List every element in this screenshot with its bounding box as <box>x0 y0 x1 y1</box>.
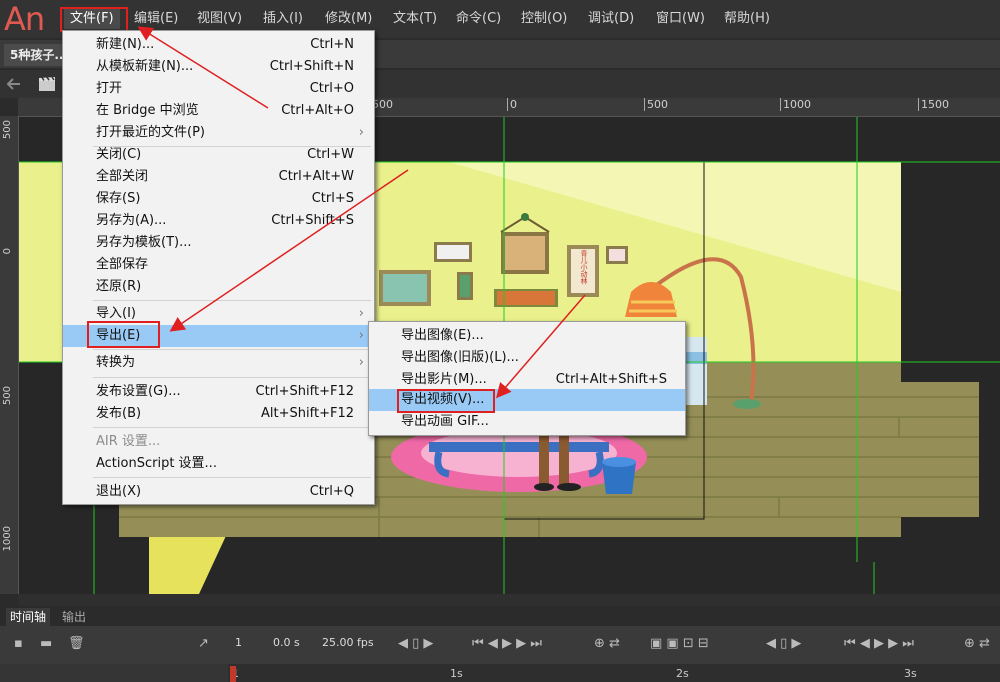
submenu-arrow-icon: › <box>358 355 364 370</box>
menu-separator <box>93 477 371 478</box>
timeline-tick: 1s <box>450 667 463 680</box>
menu-item-air-settings: AIR 设置... <box>96 434 161 449</box>
playback-icons[interactable]: ⏮ ◀ ▶ ▶ ⏭ <box>844 636 914 651</box>
menu-separator <box>93 377 371 378</box>
folder-icon[interactable]: ▬ <box>40 636 52 651</box>
playhead[interactable] <box>230 666 236 682</box>
menu-help[interactable]: 帮助(H) <box>724 9 770 29</box>
menu-text[interactable]: 文本(T) <box>393 9 437 29</box>
menu-item-import[interactable]: 导入(I) › <box>63 303 374 325</box>
menu-separator <box>93 349 371 350</box>
submenu-arrow-icon: › <box>358 328 364 343</box>
back-arrow-icon[interactable] <box>6 77 22 91</box>
timeline-tick: 3s <box>904 667 917 680</box>
timeline-ruler[interactable]: 1 1s 2s 3s <box>228 664 1000 682</box>
ruler-label: 500 <box>2 386 13 406</box>
menu-item-publish[interactable]: 发布(B) Alt+Shift+F12 <box>63 403 374 425</box>
menu-item-new-from-template[interactable]: 从模板新建(N)... Ctrl+Shift+N <box>63 56 374 78</box>
menu-item-export-movie[interactable]: 导出影片(M)... Ctrl+Alt+Shift+S <box>369 369 685 391</box>
ruler-label: 0 <box>507 98 517 111</box>
poster-text: 青儿小动林 <box>580 249 588 286</box>
delete-icon[interactable]: 🗑 <box>68 636 85 651</box>
menu-item-close[interactable]: 关闭(C) Ctrl+W <box>63 144 374 166</box>
playhead-controls-icon[interactable]: ◀ ▯ ▶ <box>766 636 801 651</box>
horizontal-scrollbar[interactable] <box>18 594 1000 606</box>
ruler-left: 500 0 500 1000 <box>0 116 19 594</box>
menu-item-open[interactable]: 打开 Ctrl+O <box>63 78 374 100</box>
menu-separator <box>93 427 371 428</box>
loop-icon[interactable]: ⊕ ⇄ <box>964 636 990 651</box>
ruler-label: 1500 <box>918 98 949 111</box>
menu-commands[interactable]: 命令(C) <box>456 9 501 29</box>
onion-skin-icon[interactable]: ▣ ▣ ⊡ ⊟ <box>650 636 709 651</box>
menu-item-save-as-template[interactable]: 另存为模板(T)... <box>63 232 374 254</box>
graph-icon[interactable]: ↗ <box>198 636 209 651</box>
timeline-tabs: 时间轴 输出 <box>0 606 1000 626</box>
menu-item-open-recent[interactable]: 打开最近的文件(P) › <box>63 122 374 144</box>
current-frame: 1 <box>235 636 242 649</box>
character-leg <box>559 435 569 485</box>
menu-item-export-video[interactable]: 导出视频(V)... <box>369 389 685 411</box>
menu-window[interactable]: 窗口(W) <box>656 9 705 29</box>
playback-icons[interactable]: ⏮ ◀ ▶ ▶ ⏭ <box>472 636 542 651</box>
menu-view[interactable]: 视图(V) <box>197 9 242 29</box>
current-time[interactable]: 0.0 s <box>273 636 300 649</box>
submenu-arrow-icon: › <box>358 125 364 140</box>
submenu-arrow-icon: › <box>358 306 364 321</box>
menu-item-export[interactable]: 导出(E) › <box>63 325 374 347</box>
menu-control[interactable]: 控制(O) <box>521 9 567 29</box>
menu-separator <box>93 300 371 301</box>
menu-item-export-image[interactable]: 导出图像(E)... <box>369 325 685 347</box>
menu-item-revert[interactable]: 还原(R) <box>63 276 374 298</box>
menu-item-save-as[interactable]: 另存为(A)... Ctrl+Shift+S <box>63 210 374 232</box>
menu-item-publish-settings[interactable]: 发布设置(G)... Ctrl+Shift+F12 <box>63 381 374 403</box>
loop-icon[interactable]: ⊕ ⇄ <box>594 636 620 651</box>
tab-output[interactable]: 输出 <box>58 608 90 626</box>
character-leg <box>539 435 549 485</box>
scene-clapper-icon[interactable] <box>38 76 56 92</box>
menu-modify[interactable]: 修改(M) <box>325 9 372 29</box>
ruler-label: 0 <box>2 248 13 255</box>
app-logo: An <box>4 0 45 38</box>
ruler-label: 500 <box>644 98 668 111</box>
ruler-label: 1000 <box>2 526 13 552</box>
menu-insert[interactable]: 插入(I) <box>263 9 303 29</box>
menu-edit[interactable]: 编辑(E) <box>134 9 178 29</box>
menu-debug[interactable]: 调试(D) <box>588 9 634 29</box>
tab-timeline[interactable]: 时间轴 <box>6 608 51 626</box>
menu-item-save-all[interactable]: 全部保存 <box>63 254 374 276</box>
menu-item-save[interactable]: 保存(S) Ctrl+S <box>63 188 374 210</box>
export-submenu: 导出图像(E)... 导出图像(旧版)(L)... 导出影片(M)... Ctrl… <box>368 321 686 436</box>
menu-item-convert-to[interactable]: 转换为 › <box>63 352 374 374</box>
menu-item-browse-in-bridge[interactable]: 在 Bridge 中浏览 Ctrl+Alt+O <box>63 100 374 122</box>
timeline-tick: 2s <box>676 667 689 680</box>
menu-item-actionscript-settings[interactable]: ActionScript 设置... <box>63 453 374 475</box>
playhead-controls-icon[interactable]: ◀ ▯ ▶ <box>398 636 433 651</box>
menu-item-export-image-legacy[interactable]: 导出图像(旧版)(L)... <box>369 347 685 369</box>
new-layer-icon[interactable]: ▪ <box>14 636 23 651</box>
table <box>429 442 609 452</box>
file-menu-dropdown: 新建(N)... Ctrl+N 从模板新建(N)... Ctrl+Shift+N 打… <box>62 30 375 505</box>
menu-item-exit[interactable]: 退出(X) Ctrl+Q <box>63 481 374 503</box>
ruler-label: 1000 <box>780 98 811 111</box>
ruler-label: 500 <box>372 98 393 111</box>
menu-item-export-animated-gif[interactable]: 导出动画 GIF... <box>369 411 685 433</box>
frame-rate[interactable]: 25.00 fps <box>322 636 374 649</box>
menu-item-close-all[interactable]: 全部关闭 Ctrl+Alt+W <box>63 166 374 188</box>
menu-file[interactable]: 文件(F) <box>64 9 120 29</box>
ruler-label: 500 <box>2 120 13 140</box>
menu-item-new[interactable]: 新建(N)... Ctrl+N <box>63 34 374 56</box>
